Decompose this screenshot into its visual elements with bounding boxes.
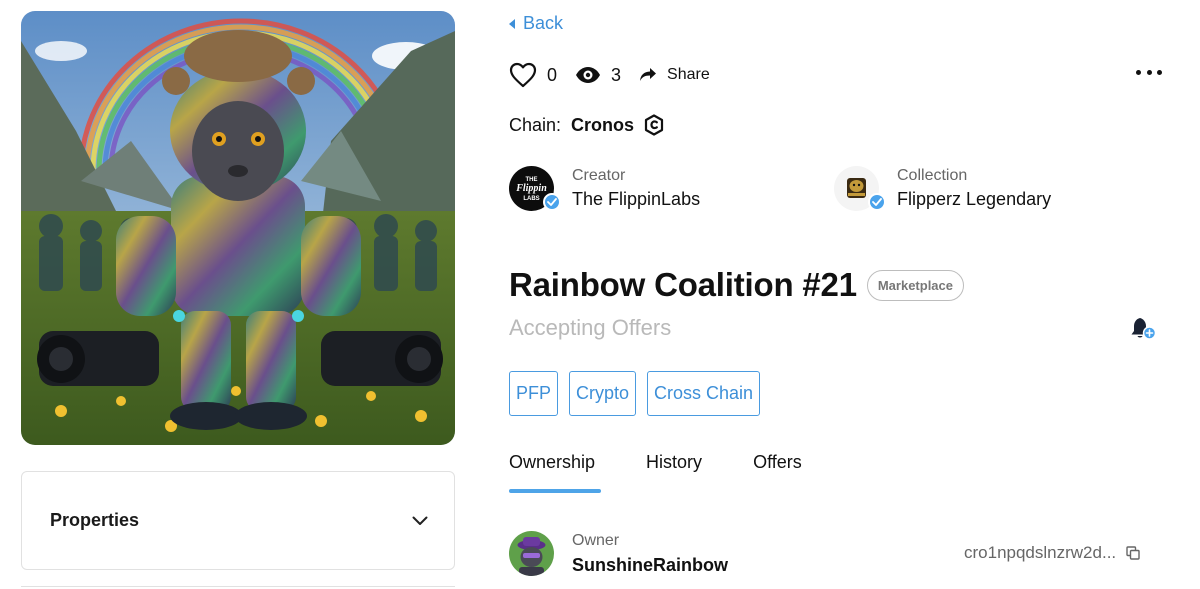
tab-ownership[interactable]: Ownership [509, 452, 595, 491]
eye-icon [576, 67, 601, 83]
tab-offers[interactable]: Offers [753, 452, 802, 491]
chain-name: Cronos [571, 114, 635, 135]
owner-avatar-image [509, 531, 554, 576]
chain-row: Chain: Cronos [509, 114, 664, 136]
chain-label: Chain: [509, 114, 562, 135]
nft-image [21, 11, 455, 445]
listing-status: Accepting Offers [509, 315, 672, 340]
owner-role: Owner [572, 531, 620, 549]
svg-text:Flippin: Flippin [515, 183, 547, 194]
verified-badge-icon [543, 193, 561, 211]
share-label: Share [667, 66, 710, 83]
properties-accordion[interactable]: Properties [21, 471, 455, 570]
like-count: 0 [547, 64, 558, 85]
owner-address: cro1npqdslnzrw2d... [964, 543, 1140, 563]
creator-profile[interactable]: THE Flippin LABS Creator The FlippinLabs [509, 166, 700, 211]
collection-role: Collection [897, 167, 968, 184]
owner-name: SunshineRainbow [572, 554, 729, 575]
copy-icon[interactable] [1126, 546, 1140, 560]
share-arrow-icon [640, 68, 657, 81]
share-button[interactable]: Share [639, 66, 710, 84]
like-button[interactable]: 0 [509, 62, 557, 88]
dot-icon [1146, 69, 1152, 75]
collection-name: Flipperz Legendary [897, 189, 1052, 209]
svg-text:LABS: LABS [523, 196, 539, 202]
back-label: Back [523, 13, 564, 33]
marketplace-badge: Marketplace [866, 269, 964, 301]
creator-role: Creator [572, 167, 626, 184]
properties-label: Properties [50, 510, 140, 530]
collection-profile[interactable]: Collection Flipperz Legendary [834, 166, 1051, 211]
back-arrow-icon [509, 18, 515, 29]
cronos-logo-icon [644, 114, 664, 136]
owner-avatar [509, 531, 554, 576]
notification-bell-icon[interactable] [1130, 316, 1158, 342]
dot-icon [1157, 69, 1162, 75]
tag-crypto[interactable]: Crypto [569, 371, 637, 416]
creator-avatar: THE Flippin LABS [509, 166, 561, 211]
creator-name: The FlippinLabs [572, 189, 701, 209]
chevron-down-icon [412, 516, 428, 525]
tag-pfp[interactable]: PFP [509, 371, 559, 416]
stats-row: 0 3 Share [509, 60, 728, 90]
nft-title: Rainbow Coalition #21 [509, 266, 857, 303]
tag-cross-chain[interactable]: Cross Chain [647, 371, 761, 416]
back-button[interactable]: Back [509, 13, 563, 34]
wallet-address: cro1npqdslnzrw2d... [964, 543, 1117, 562]
tags-row: PFP Crypto Cross Chain [509, 371, 761, 416]
more-options-button[interactable] [1136, 65, 1162, 79]
view-count: 3 [611, 64, 622, 85]
owner-profile[interactable]: Owner SunshineRainbow [509, 531, 728, 576]
title-row: Rainbow Coalition #21 Marketplace [509, 266, 964, 304]
verified-badge-icon [868, 193, 886, 211]
dot-icon [1136, 69, 1141, 75]
tab-history[interactable]: History [646, 452, 702, 491]
collection-avatar [834, 166, 886, 211]
detail-tabs: Ownership History Offers [509, 452, 802, 491]
views-counter: 3 [575, 65, 621, 86]
active-tab-indicator [509, 489, 601, 493]
heart-icon [509, 62, 537, 88]
